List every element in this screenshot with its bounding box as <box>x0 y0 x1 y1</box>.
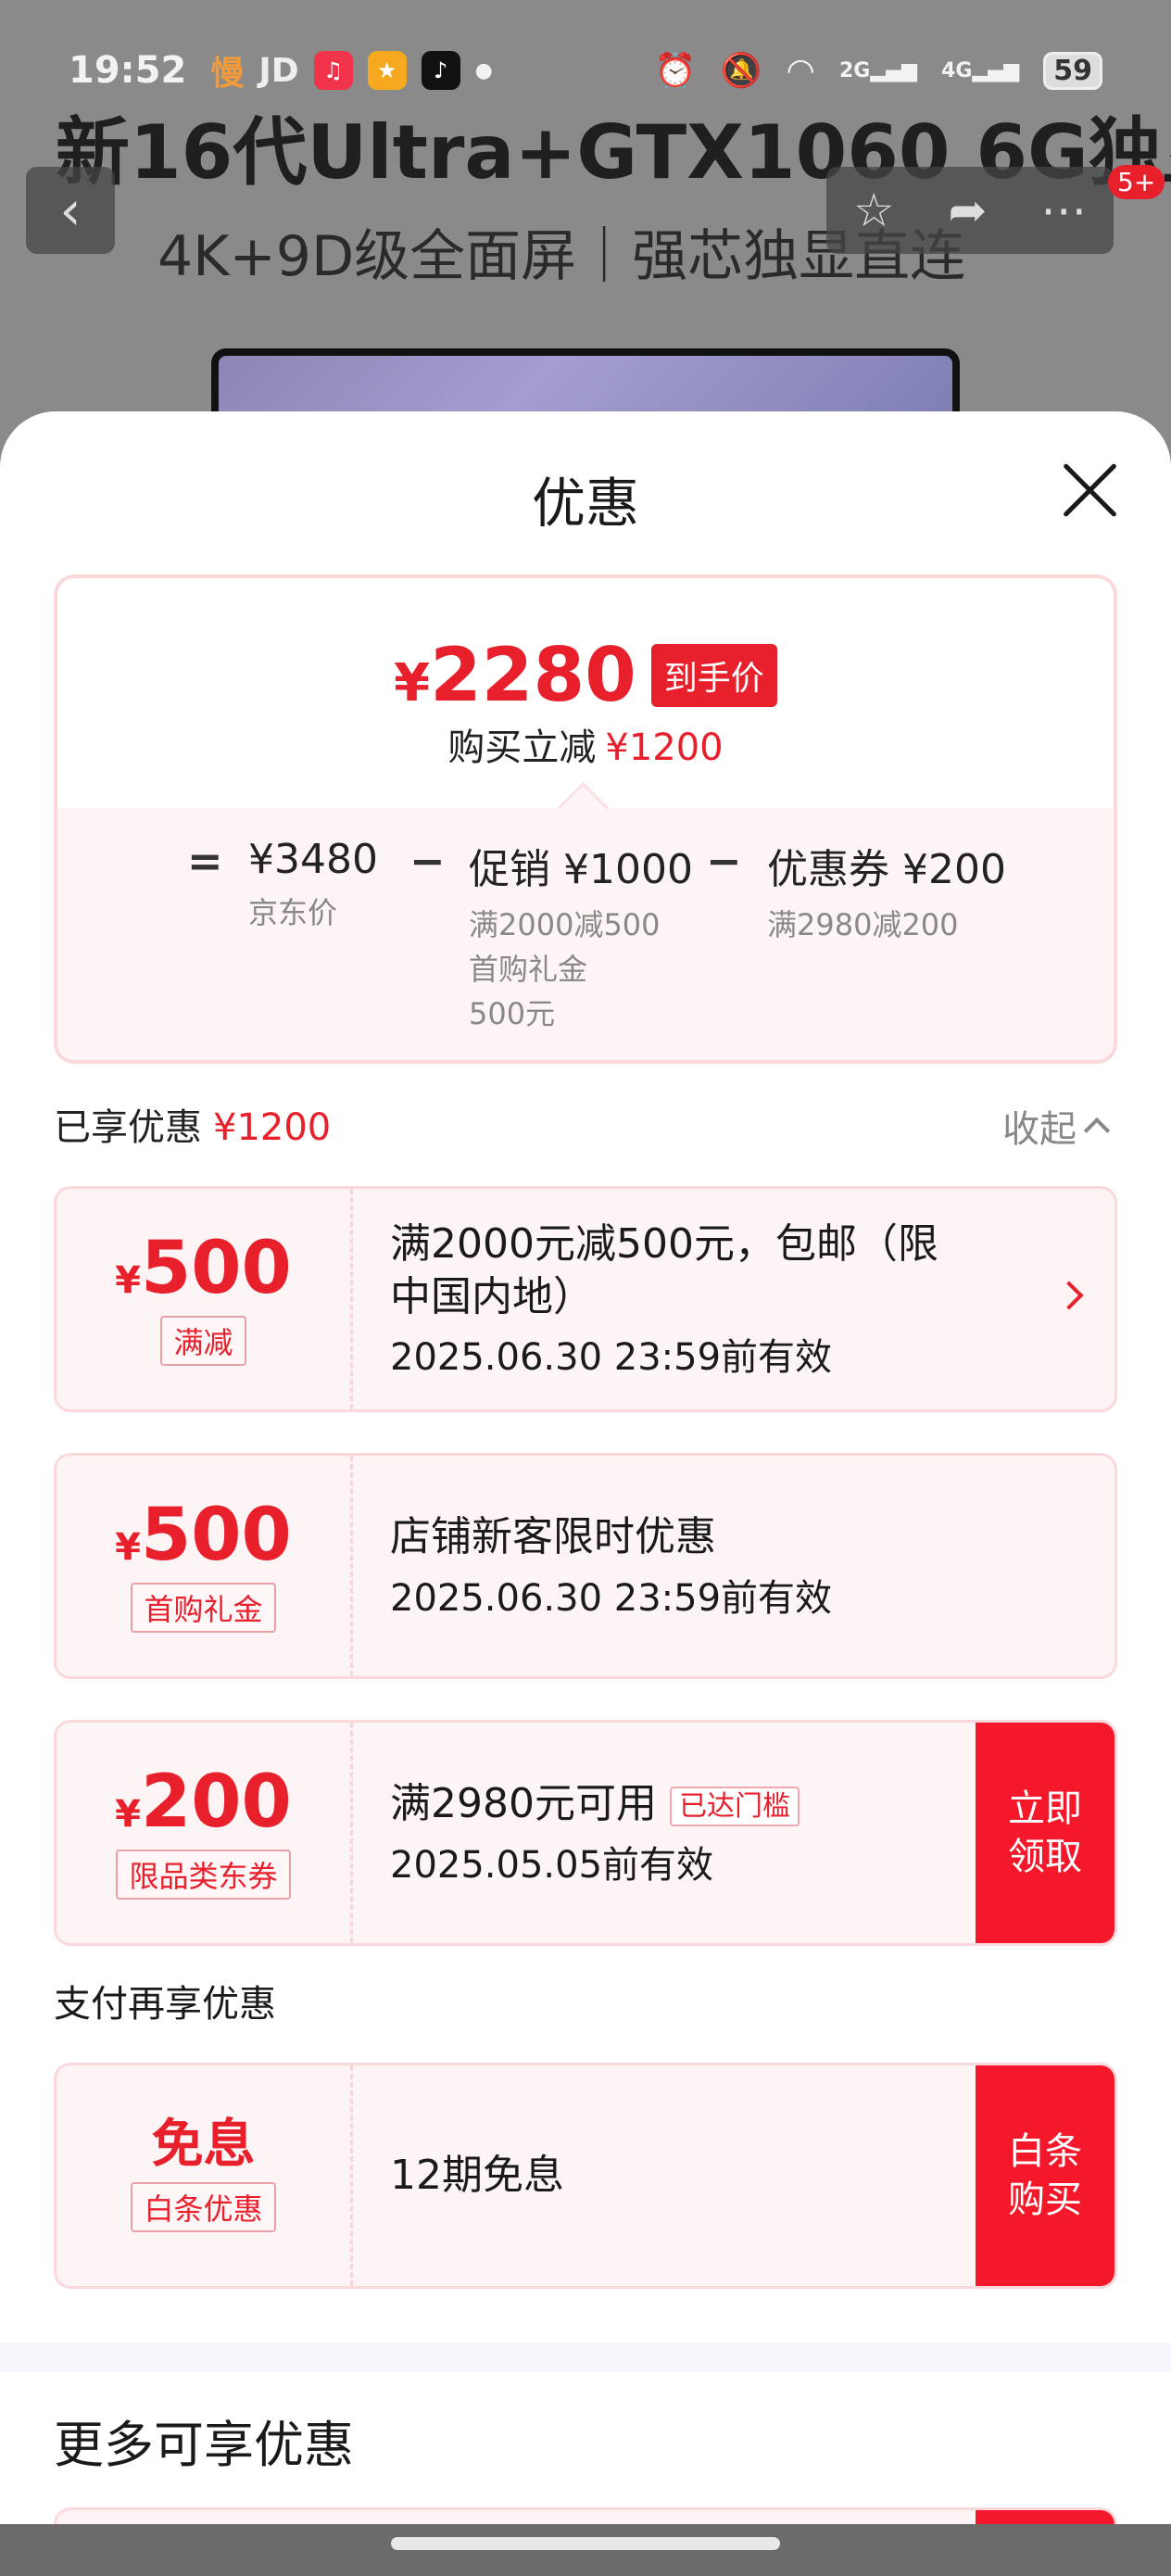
instant-discount-amount: ¥1200 <box>605 726 724 769</box>
battery-icon: 59 <box>1043 51 1102 90</box>
coupon-value: ¥500 满减 <box>57 1189 353 1409</box>
coupon-description: 满2000元减500元，包邮（限 中国内地） <box>390 1219 938 1320</box>
equals-sign: = <box>187 836 223 886</box>
promo-detail: 满2000减500 <box>469 907 661 942</box>
navigation-bar <box>0 2524 1171 2576</box>
sheet-title: 优惠 <box>531 472 639 535</box>
promo-gift-label: 首购礼金 <box>469 952 588 987</box>
payment-offer-description: 12期免息 <box>390 2152 564 2200</box>
status-indicators: ⏰ 🔕 ◠ 2G▂▄▆ 4G▂▄▆ 59 <box>655 51 1102 90</box>
coupon-amount: ¥200 <box>115 1761 292 1844</box>
signal-2g-icon: 2G▂▄▆ <box>838 58 918 82</box>
game-app-icon: ★ <box>367 51 407 90</box>
enjoyed-discount-row: 已享优惠 ¥1200 <box>54 1097 331 1151</box>
coupon-type-tag: 满减 <box>160 1316 246 1366</box>
enjoyed-label: 已享优惠 <box>54 1106 202 1149</box>
coupon-expiry: 2025.06.30 23:59前有效 <box>390 1336 833 1380</box>
coupon-amount: ¥500 <box>115 1494 292 1577</box>
promo-item: 促销 ¥1000 满2000减500 首购礼金 500元 <box>469 836 693 1036</box>
tiktok-app-icon: ♪ <box>421 51 460 90</box>
instant-discount-row: 购买立减 ¥1200 <box>57 717 1114 771</box>
coupon-type-tag: 限品类东券 <box>116 1850 291 1900</box>
home-indicator[interactable] <box>391 2537 780 2550</box>
man-app-icon: 慢 <box>210 55 245 93</box>
coupon-card-first-purchase: ¥500 首购礼金 店铺新客限时优惠 2025.06.30 23:59前有效 <box>54 1453 1117 1679</box>
coupon-info: 满2000元减500元，包邮（限 中国内地） 2025.06.30 23:59前… <box>390 1189 938 1409</box>
coupon-detail: 满2980减200 <box>767 907 959 942</box>
section-divider <box>0 2342 1171 2372</box>
mute-icon: 🔕 <box>720 52 762 90</box>
coupon-amount: ¥500 <box>115 1227 292 1310</box>
coupon-description: 满2980元可用 已达门槛 <box>390 1777 800 1830</box>
coupon-card-full-reduction[interactable]: ¥500 满减 满2000元减500元，包邮（限 中国内地） 2025.06.3… <box>54 1186 1117 1412</box>
status-bar: 19:52 慢 JD ♫ ★ ♪ ● ⏰ 🔕 ◠ 2G▂▄▆ 4G▂▄▆ 59 <box>0 37 1171 104</box>
final-price-row: ¥2280 到手价 <box>57 632 1114 718</box>
coupon-amount: 优惠券 ¥200 <box>767 846 1006 893</box>
more-icon[interactable]: ⋯ <box>1040 183 1087 237</box>
wifi-icon: ◠ <box>786 51 815 90</box>
back-button[interactable]: ‹ <box>26 167 115 254</box>
final-price: ¥2280 <box>394 632 636 718</box>
jd-price-label: 京东价 <box>248 895 338 930</box>
more-notifications-dot: ● <box>474 58 493 82</box>
coupon-expiry: 2025.06.30 23:59前有效 <box>390 1576 833 1620</box>
coupon-value: ¥200 限品类东券 <box>57 1723 353 1943</box>
interest-free-label: 免息 <box>151 2115 256 2175</box>
share-icon[interactable]: ➦ <box>948 183 987 237</box>
price-summary-box: ¥2280 到手价 购买立减 ¥1200 = ¥3480 京东价 − 促销 ¥10… <box>54 575 1117 1064</box>
close-icon[interactable] <box>1058 458 1123 523</box>
chevron-up-icon <box>1083 1117 1111 1144</box>
collapse-label: 收起 <box>1002 1108 1077 1151</box>
star-icon[interactable]: ☆ <box>853 183 895 237</box>
message-count-badge: 5+ <box>1108 165 1165 199</box>
baitiao-buy-button[interactable]: 白条 购买 <box>976 2065 1114 2286</box>
payment-offer-value: 免息 白条优惠 <box>57 2065 353 2286</box>
coupon-info: 店铺新客限时优惠 2025.06.30 23:59前有效 <box>390 1456 832 1676</box>
top-action-group: ☆ ➦ ⋯ <box>826 167 1114 254</box>
claim-coupon-button[interactable]: 立即 领取 <box>976 1723 1114 1943</box>
baitiao-interest-free-card: 免息 白条优惠 12期免息 白条 购买 <box>54 2063 1117 2289</box>
instant-discount-label: 购买立减 <box>447 726 597 769</box>
coupon-description: 店铺新客限时优惠 <box>390 1513 716 1561</box>
coupon-info: 满2980元可用 已达门槛 2025.05.05前有效 <box>390 1723 800 1943</box>
notification-apps: 慢 JD ♫ ★ ♪ ● <box>210 46 493 95</box>
jd-price-item: ¥3480 京东价 <box>248 836 378 935</box>
final-price-tag: 到手价 <box>650 643 777 707</box>
payment-offer-tag: 白条优惠 <box>131 2182 276 2232</box>
coupon-card-category: ¥200 限品类东券 满2980元可用 已达门槛 2025.05.05前有效 立即… <box>54 1720 1117 1946</box>
price-breakdown: = ¥3480 京东价 − 促销 ¥1000 满2000减500 首购礼金 50… <box>57 808 1114 1060</box>
promo-gift-amount: 500元 <box>469 996 556 1031</box>
jd-app-icon: JD <box>258 51 299 90</box>
alarm-icon: ⏰ <box>654 52 697 90</box>
pay-section-label: 支付再享优惠 <box>54 1983 276 2026</box>
signal-4g-icon: 4G▂▄▆ <box>941 58 1020 82</box>
music-app-icon: ♫ <box>313 51 353 90</box>
promo-amount: 促销 ¥1000 <box>469 846 693 893</box>
more-offer-card-partial[interactable] <box>54 2507 1117 2524</box>
enjoyed-amount: ¥1200 <box>213 1106 332 1149</box>
threshold-reached-badge: 已达门槛 <box>669 1786 800 1826</box>
coupon-expiry: 2025.05.05前有效 <box>390 1843 714 1887</box>
jd-price: ¥3480 <box>248 836 378 883</box>
coupon-item: 优惠券 ¥200 满2980减200 <box>767 836 1006 947</box>
more-offers-title: 更多可享优惠 <box>54 2416 354 2474</box>
chevron-left-icon: ‹ <box>59 179 82 242</box>
minus-sign: − <box>706 836 742 886</box>
discount-sheet: 优惠 ¥2280 到手价 购买立减 ¥1200 = ¥3480 京东价 − 促销 … <box>0 411 1171 2524</box>
coupon-type-tag: 首购礼金 <box>131 1583 276 1633</box>
coupon-value: ¥500 首购礼金 <box>57 1456 353 1676</box>
status-time: 19:52 <box>69 49 187 92</box>
payment-offer-info: 12期免息 <box>390 2065 564 2286</box>
minus-sign: − <box>409 836 446 886</box>
chevron-right-icon <box>1054 1281 1084 1310</box>
collapse-button[interactable]: 收起 <box>1002 1099 1111 1153</box>
